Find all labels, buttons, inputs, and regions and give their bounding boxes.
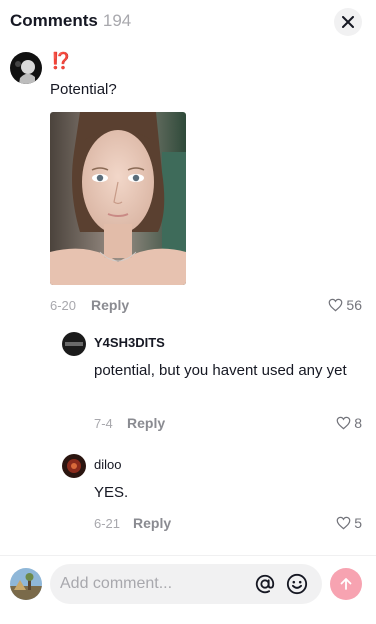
- close-icon: [342, 16, 354, 28]
- reply-avatar-2[interactable]: [62, 454, 86, 478]
- arrow-up-icon: [340, 578, 352, 590]
- comment-photo[interactable]: [50, 112, 186, 285]
- reply-avatar-1[interactable]: [62, 332, 86, 356]
- heart-icon: [329, 298, 343, 312]
- reply-reply-button-2[interactable]: Reply: [133, 515, 171, 531]
- reply-username-2[interactable]: diloo: [94, 457, 121, 472]
- reply-text-2: YES.: [94, 484, 129, 501]
- comment-input-placeholder: Add comment...: [60, 575, 173, 592]
- comment-reply-button[interactable]: Reply: [91, 297, 129, 313]
- comment-like-button[interactable]: 56: [328, 297, 362, 313]
- comments-count: 194: [102, 11, 132, 30]
- comments-header: Comments 194: [10, 11, 131, 31]
- reply-like-count-2: 5: [354, 515, 362, 531]
- reply-username-1[interactable]: Y4SH3DITS: [94, 335, 165, 350]
- heart-icon: [336, 416, 351, 430]
- reply-date-2: 6-21: [94, 516, 121, 531]
- commenter-avatar[interactable]: [10, 52, 42, 84]
- current-user-avatar[interactable]: [10, 568, 42, 600]
- close-button[interactable]: [334, 8, 362, 36]
- comment-date: 6-20: [50, 298, 77, 313]
- emoji-icon[interactable]: [286, 573, 308, 595]
- comment-text: Potential?: [50, 81, 117, 98]
- reply-like-count-1: 8: [354, 415, 362, 431]
- reply-reply-button-1[interactable]: Reply: [127, 415, 165, 431]
- reply-like-button-2[interactable]: 5: [336, 515, 362, 531]
- comments-title: Comments: [10, 11, 98, 30]
- comment-like-count: 56: [346, 297, 362, 313]
- send-button[interactable]: [330, 568, 362, 600]
- at-icon[interactable]: [254, 573, 276, 595]
- composer-divider: [0, 555, 376, 556]
- comment-emoji: ⁉️: [51, 53, 71, 70]
- heart-icon: [336, 516, 351, 530]
- reply-like-button-1[interactable]: 8: [336, 415, 362, 431]
- comment-input[interactable]: Add comment...: [50, 564, 322, 604]
- reply-date-1: 7-4: [94, 416, 113, 431]
- reply-text-1: potential, but you havent used any yet: [94, 362, 347, 379]
